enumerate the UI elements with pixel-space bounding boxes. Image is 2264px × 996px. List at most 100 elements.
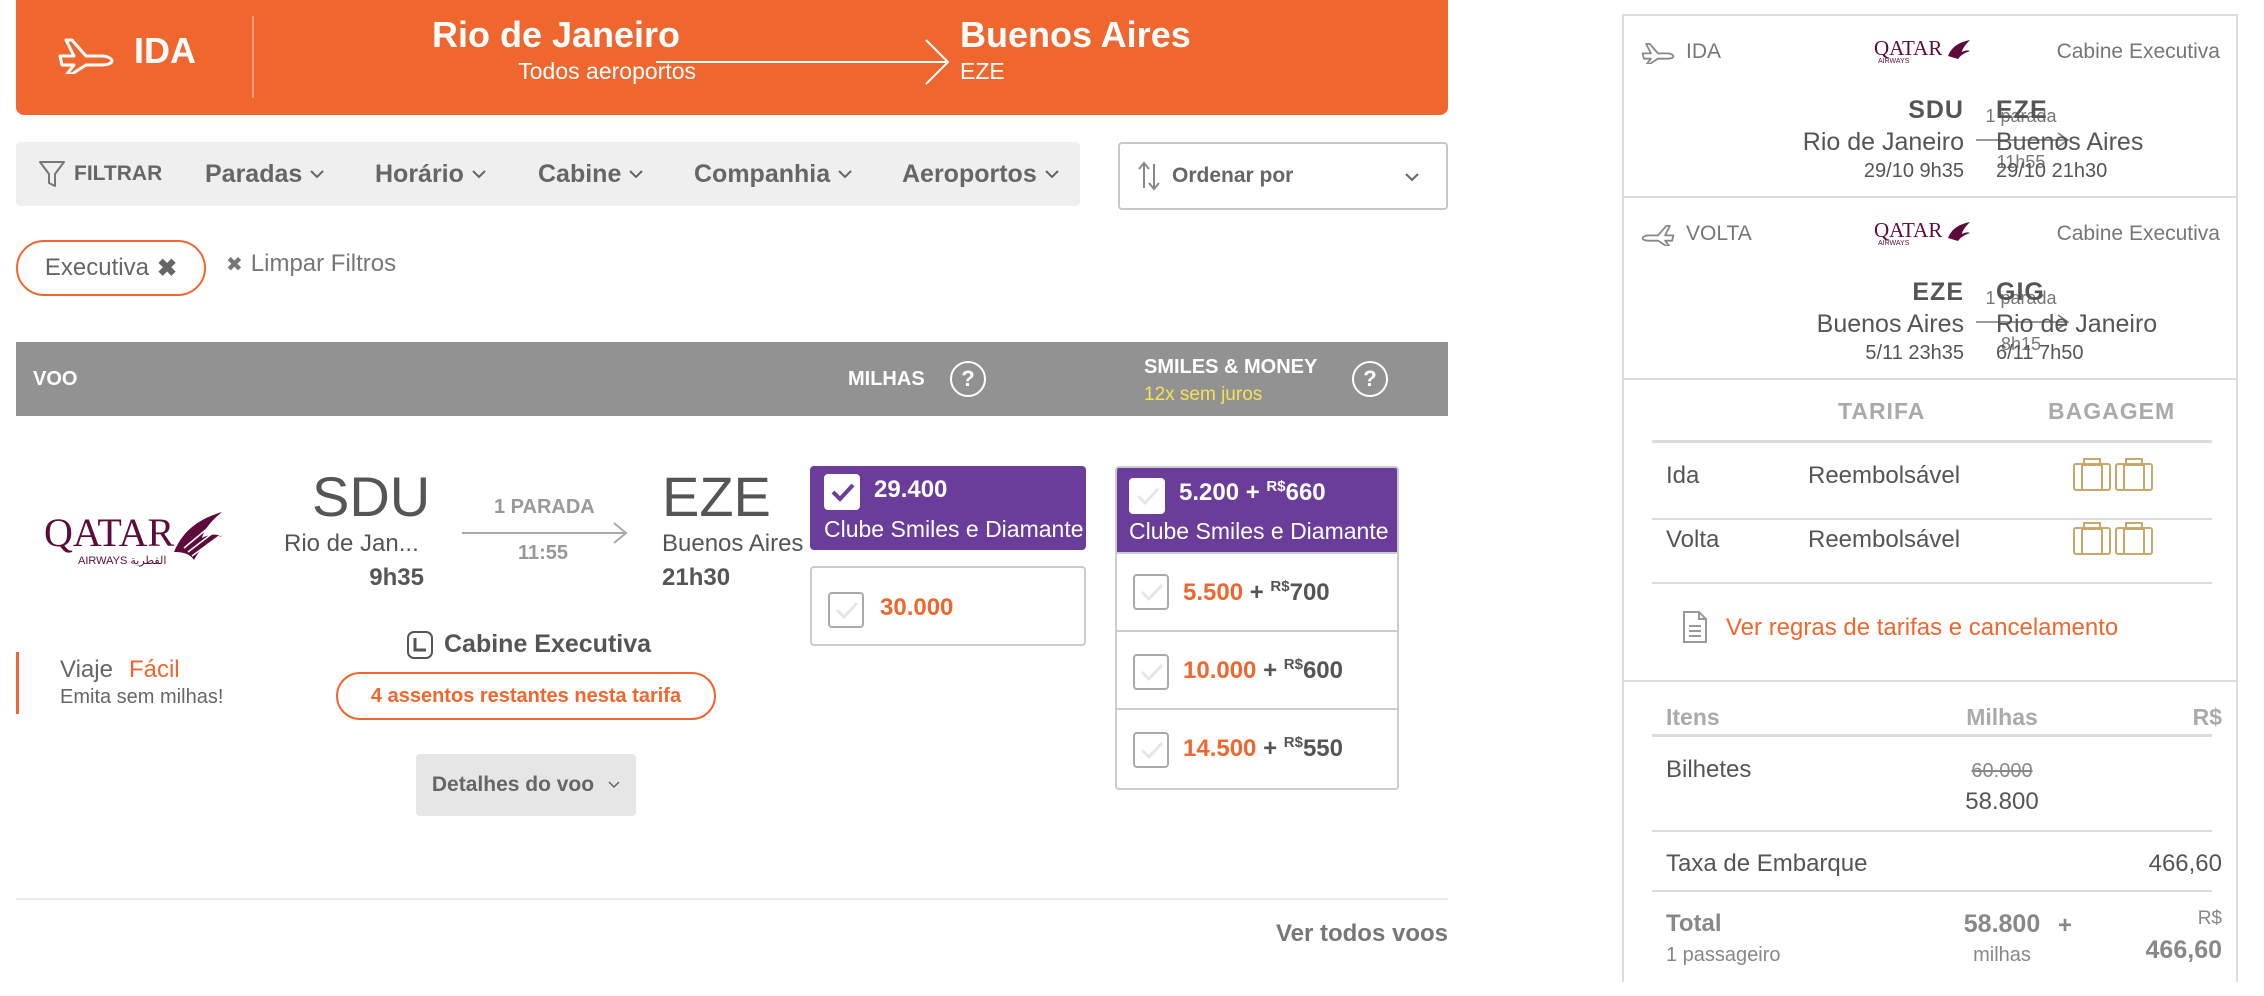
filter-time-label: Horário — [375, 159, 464, 188]
price-breakdown: Itens Milhas R$ Bilhetes 60.000 58.800 T… — [1624, 682, 2236, 982]
miles-option-checkbox[interactable] — [824, 474, 860, 510]
destination-code: EZE — [1996, 96, 2048, 124]
money-option[interactable]: 14.500 + R$550 — [1117, 708, 1397, 786]
money-option-checkbox[interactable] — [1133, 574, 1169, 610]
fare-table-divider — [1652, 440, 2212, 443]
fare-row-divider — [1652, 518, 2212, 520]
clear-filters-button[interactable]: ✖ Limpar Filtros — [226, 250, 396, 278]
total-currency: R$ — [2197, 908, 2222, 929]
stops-label: 1 PARADA — [494, 496, 595, 518]
money-help-icon[interactable]: ? — [1352, 361, 1388, 397]
filter-airline-dropdown[interactable]: Companhia — [694, 142, 852, 206]
origin-city: Rio de Janeiro — [1802, 128, 1964, 156]
origin-airports: Todos aeroportos — [518, 58, 696, 84]
sort-label: Ordenar por — [1172, 164, 1294, 187]
destination-city: Rio de Janeiro — [1996, 310, 2158, 338]
see-all-flights-link[interactable]: Ver todos voos — [1200, 920, 1448, 948]
qatar-logo-icon: QATAR AIRWAYS القطرية — [44, 510, 223, 567]
filter-airline-label: Companhia — [694, 159, 831, 188]
flight-details-button[interactable]: Detalhes do voo — [416, 754, 636, 816]
document-icon — [1683, 611, 1707, 643]
money-option-checkbox[interactable] — [1133, 732, 1169, 768]
fare-rules-link[interactable]: Ver regras de tarifas e cancelamento — [1726, 614, 2118, 642]
promo-brand: Viaje Fácil — [60, 656, 180, 684]
fare-table: TARIFA BAGAGEM Ida Reembolsável Volta Re… — [1624, 380, 2236, 682]
origin-city: Buenos Aires — [1816, 310, 1964, 338]
airline-logo-subtext: AIRWAYS — [1878, 240, 1910, 247]
departure-datetime: 5/11 23h35 — [1865, 342, 1964, 364]
seat-icon — [407, 631, 433, 659]
origin-code: SDU — [312, 465, 431, 528]
cabin-label: Cabine Executiva — [2056, 222, 2220, 245]
arrival-time: 21h30 — [662, 564, 731, 591]
miles-option-value: 29.400 — [874, 476, 948, 503]
filter-button[interactable]: FILTRAR — [38, 142, 162, 206]
check-icon — [1140, 583, 1164, 602]
filter-label: FILTRAR — [74, 162, 163, 185]
arrival-datetime: 29/10 21h30 — [1996, 160, 2108, 182]
currency-symbol: R$ — [1283, 734, 1303, 751]
sort-dropdown[interactable]: Ordenar por — [1118, 142, 1448, 210]
oryx-icon — [1948, 221, 1971, 241]
price-divider — [1652, 830, 2212, 832]
plane-departure-icon — [58, 38, 114, 74]
origin-city-short: Rio de Jan... — [284, 530, 419, 557]
filter-time-dropdown[interactable]: Horário — [375, 142, 486, 206]
smiles-money-options: 5.200 + R$660 Clube Smiles e Diamante 5.… — [1115, 466, 1399, 790]
money-option-checkbox[interactable] — [1129, 478, 1165, 514]
installments-note: 12x sem juros — [1144, 384, 1263, 405]
filter-stops-label: Paradas — [205, 159, 303, 188]
route-arrow-icon — [656, 39, 950, 85]
logo-subtext: AIRWAYS القطرية — [78, 555, 166, 567]
filter-cabin-dropdown[interactable]: Cabine — [538, 142, 644, 206]
check-icon — [1140, 663, 1164, 682]
clear-filters-label: Limpar Filtros — [250, 250, 397, 277]
miles-option-checkbox[interactable] — [828, 592, 864, 628]
check-icon — [835, 601, 859, 620]
segment-label: IDA — [1686, 40, 1722, 63]
fare-row-leg: Ida — [1666, 462, 1700, 489]
departure-time: 9h35 — [369, 564, 424, 591]
total-reais: 466,60 — [2145, 936, 2222, 964]
money-option-reais: 660 — [1285, 479, 1326, 506]
baggage-icon — [2073, 458, 2153, 491]
money-option-miles: 5.200 — [1179, 479, 1240, 506]
filter-airports-dropdown[interactable]: Aeroportos — [902, 142, 1059, 206]
money-option-miles: 5.500 — [1183, 579, 1244, 606]
money-option-value: 5.200 + R$660 — [1179, 478, 1326, 507]
money-option-club[interactable]: 5.200 + R$660 Clube Smiles e Diamante — [1117, 468, 1397, 552]
sort-arrows-icon — [1138, 161, 1160, 191]
cabin-label: Cabine Executiva — [2056, 40, 2220, 63]
items-column-header: Itens — [1666, 704, 1720, 730]
miles-help-icon[interactable]: ? — [950, 361, 986, 397]
money-option-checkbox[interactable] — [1133, 654, 1169, 690]
active-filter-chip[interactable]: Executiva ✖ — [16, 240, 206, 296]
money-option-value: 14.500 + R$550 — [1183, 734, 1343, 763]
money-option[interactable]: 5.500 + R$700 — [1117, 552, 1397, 630]
chevron-down-icon — [1045, 170, 1059, 179]
route-header: IDA Rio de Janeiro Todos aeroportos Buen… — [16, 0, 1448, 115]
miles-option[interactable]: 30.000 — [810, 566, 1086, 646]
destination-city: Buenos Aires — [1996, 128, 2144, 156]
origin-code: SDU — [1908, 96, 1964, 124]
check-icon — [1136, 487, 1160, 506]
plus-sign: + — [1263, 735, 1278, 762]
baggage-icon — [2073, 522, 2153, 555]
remove-chip-icon[interactable]: ✖ — [157, 254, 177, 283]
flight-details-label: Detalhes do voo — [431, 773, 595, 796]
booking-summary: IDA QATAR AIRWAYS Cabine Executiva SDU R… — [1622, 14, 2238, 982]
miles-option-club: Clube Smiles e Diamante — [824, 516, 1084, 542]
miles-option-selected[interactable]: 29.400 Clube Smiles e Diamante — [810, 466, 1086, 550]
tax-value: 466,60 — [2148, 850, 2222, 877]
airline-logo-subtext: AIRWAYS — [1878, 58, 1910, 65]
chevron-down-icon — [310, 170, 325, 179]
money-option-value: 5.500 + R$700 — [1183, 578, 1330, 607]
filter-stops-dropdown[interactable]: Paradas — [205, 142, 325, 206]
destination-airport: EZE — [960, 58, 1005, 84]
promo-brand-a: Viaje — [60, 656, 113, 683]
plus-sign: + — [1263, 657, 1278, 684]
chevron-down-icon — [629, 170, 644, 179]
chip-label: Executiva — [44, 254, 149, 281]
plane-departure-icon — [1641, 43, 1675, 64]
money-option[interactable]: 10.000 + R$600 — [1117, 630, 1397, 708]
